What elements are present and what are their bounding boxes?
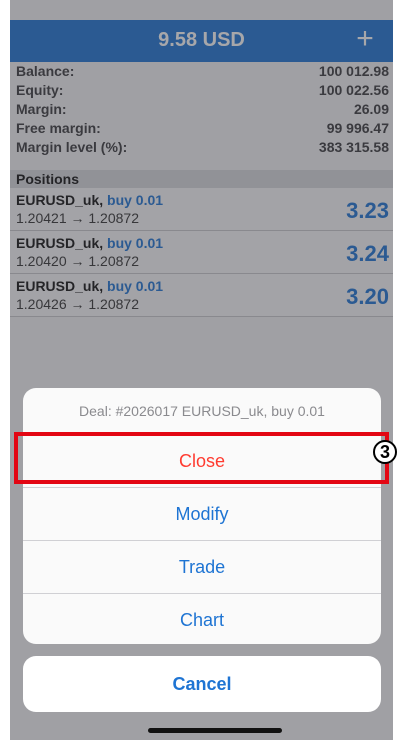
right-frame-border bbox=[393, 0, 398, 740]
annotation-highlight-box bbox=[14, 432, 389, 484]
phone-screen: 9.58 USD + Balance: 100 012.98 Equity: 1… bbox=[10, 0, 393, 740]
trade-button[interactable]: Trade bbox=[23, 541, 381, 594]
chart-button[interactable]: Chart bbox=[23, 594, 381, 644]
cancel-button[interactable]: Cancel bbox=[23, 656, 381, 712]
action-sheet: Deal: #2026017 EURUSD_uk, buy 0.01 Close… bbox=[23, 388, 381, 644]
action-sheet-title: Deal: #2026017 EURUSD_uk, buy 0.01 bbox=[23, 388, 381, 435]
left-frame-border bbox=[0, 0, 10, 740]
home-indicator[interactable] bbox=[148, 728, 282, 733]
annotation-step-badge: 3 bbox=[373, 440, 397, 464]
modify-button[interactable]: Modify bbox=[23, 488, 381, 541]
